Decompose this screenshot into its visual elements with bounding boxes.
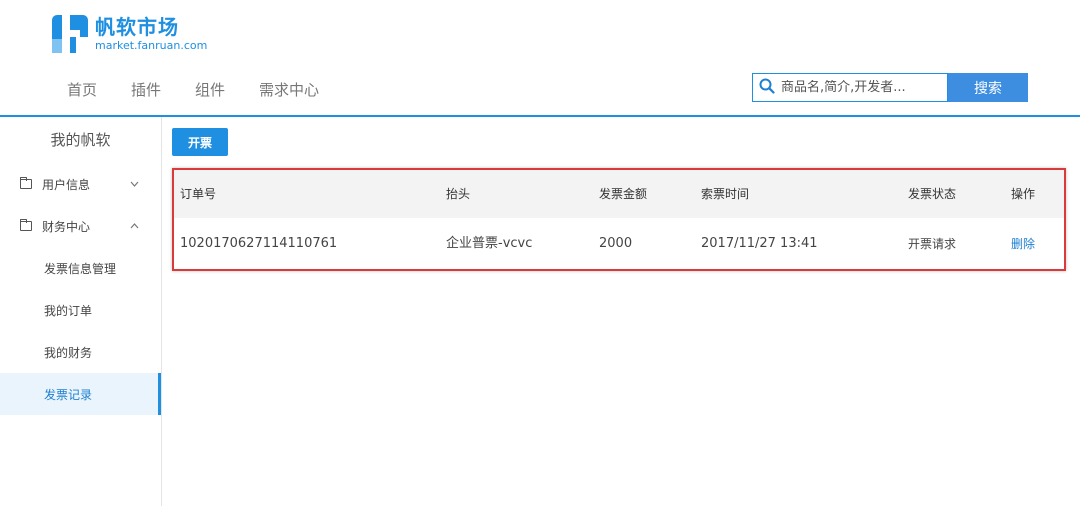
column-header-action: 操作 (1011, 187, 1036, 201)
nav-item-home[interactable]: 首页 (67, 78, 97, 102)
sidebar-group-label: 用户信息 (42, 177, 91, 192)
main-nav: 首页 插件 组件 需求中心 (67, 78, 353, 102)
cell-status: 开票请求 (908, 237, 957, 251)
search-button[interactable]: 搜索 (948, 73, 1028, 102)
column-header-request-time: 索票时间 (701, 187, 750, 201)
table-header: 订单号 抬头 发票金额 索票时间 发票状态 操作 (174, 170, 1064, 218)
column-header-amount: 发票金额 (599, 187, 648, 201)
sidebar-group-user-info[interactable]: 用户信息 (0, 163, 161, 205)
sidebar: 我的帆软 用户信息 财务中心 发票信息管理 我的订单 我的财务 发票记录 (0, 117, 162, 506)
invoice-records-table: 订单号 抬头 发票金额 索票时间 发票状态 操作 102017062711411… (172, 168, 1066, 271)
column-header-title: 抬头 (446, 187, 471, 201)
search-box[interactable] (752, 73, 948, 102)
nav-item-demand-center[interactable]: 需求中心 (259, 78, 319, 102)
table-row: 1020170627114110761 企业普票-vcvc 2000 2017/… (174, 218, 1064, 269)
search-input[interactable] (781, 80, 941, 95)
brand-name: 帆软市场 (95, 15, 179, 39)
sidebar-group-label: 财务中心 (42, 219, 91, 234)
cell-order-no: 1020170627114110761 (180, 236, 338, 251)
search-icon (759, 78, 775, 98)
sidebar-item-invoice-records[interactable]: 发票记录 (0, 373, 161, 415)
fanruan-logo-icon (50, 13, 90, 55)
cell-amount: 2000 (599, 236, 633, 251)
nav-item-components[interactable]: 组件 (195, 78, 225, 102)
search-bar: 搜索 (752, 73, 1028, 102)
chevron-down-icon (130, 179, 139, 190)
sidebar-item-my-orders[interactable]: 我的订单 (0, 289, 161, 331)
issue-invoice-button[interactable]: 开票 (172, 128, 228, 156)
delete-link[interactable]: 删除 (1011, 236, 1035, 252)
column-header-order-no: 订单号 (180, 187, 217, 201)
top-header: 帆软市场 market.fanruan.com 首页 插件 组件 需求中心 搜索 (0, 0, 1080, 117)
folder-icon (20, 177, 32, 189)
nav-item-plugins[interactable]: 插件 (131, 78, 161, 102)
sidebar-title: 我的帆软 (50, 131, 111, 149)
column-header-status: 发票状态 (908, 187, 957, 201)
cell-request-time: 2017/11/27 13:41 (701, 236, 818, 251)
brand-domain: market.fanruan.com (95, 39, 208, 52)
main-content: 开票 订单号 抬头 发票金额 索票时间 发票状态 操作 102017062711… (162, 117, 1080, 506)
brand-logo[interactable]: 帆软市场 market.fanruan.com (50, 12, 207, 56)
sidebar-group-finance[interactable]: 财务中心 (0, 205, 161, 247)
chevron-up-icon (130, 221, 139, 232)
cell-title: 企业普票-vcvc (446, 236, 533, 251)
sidebar-item-my-finance[interactable]: 我的财务 (0, 331, 161, 373)
sidebar-item-invoice-info[interactable]: 发票信息管理 (0, 247, 161, 289)
folder-icon (20, 219, 32, 231)
